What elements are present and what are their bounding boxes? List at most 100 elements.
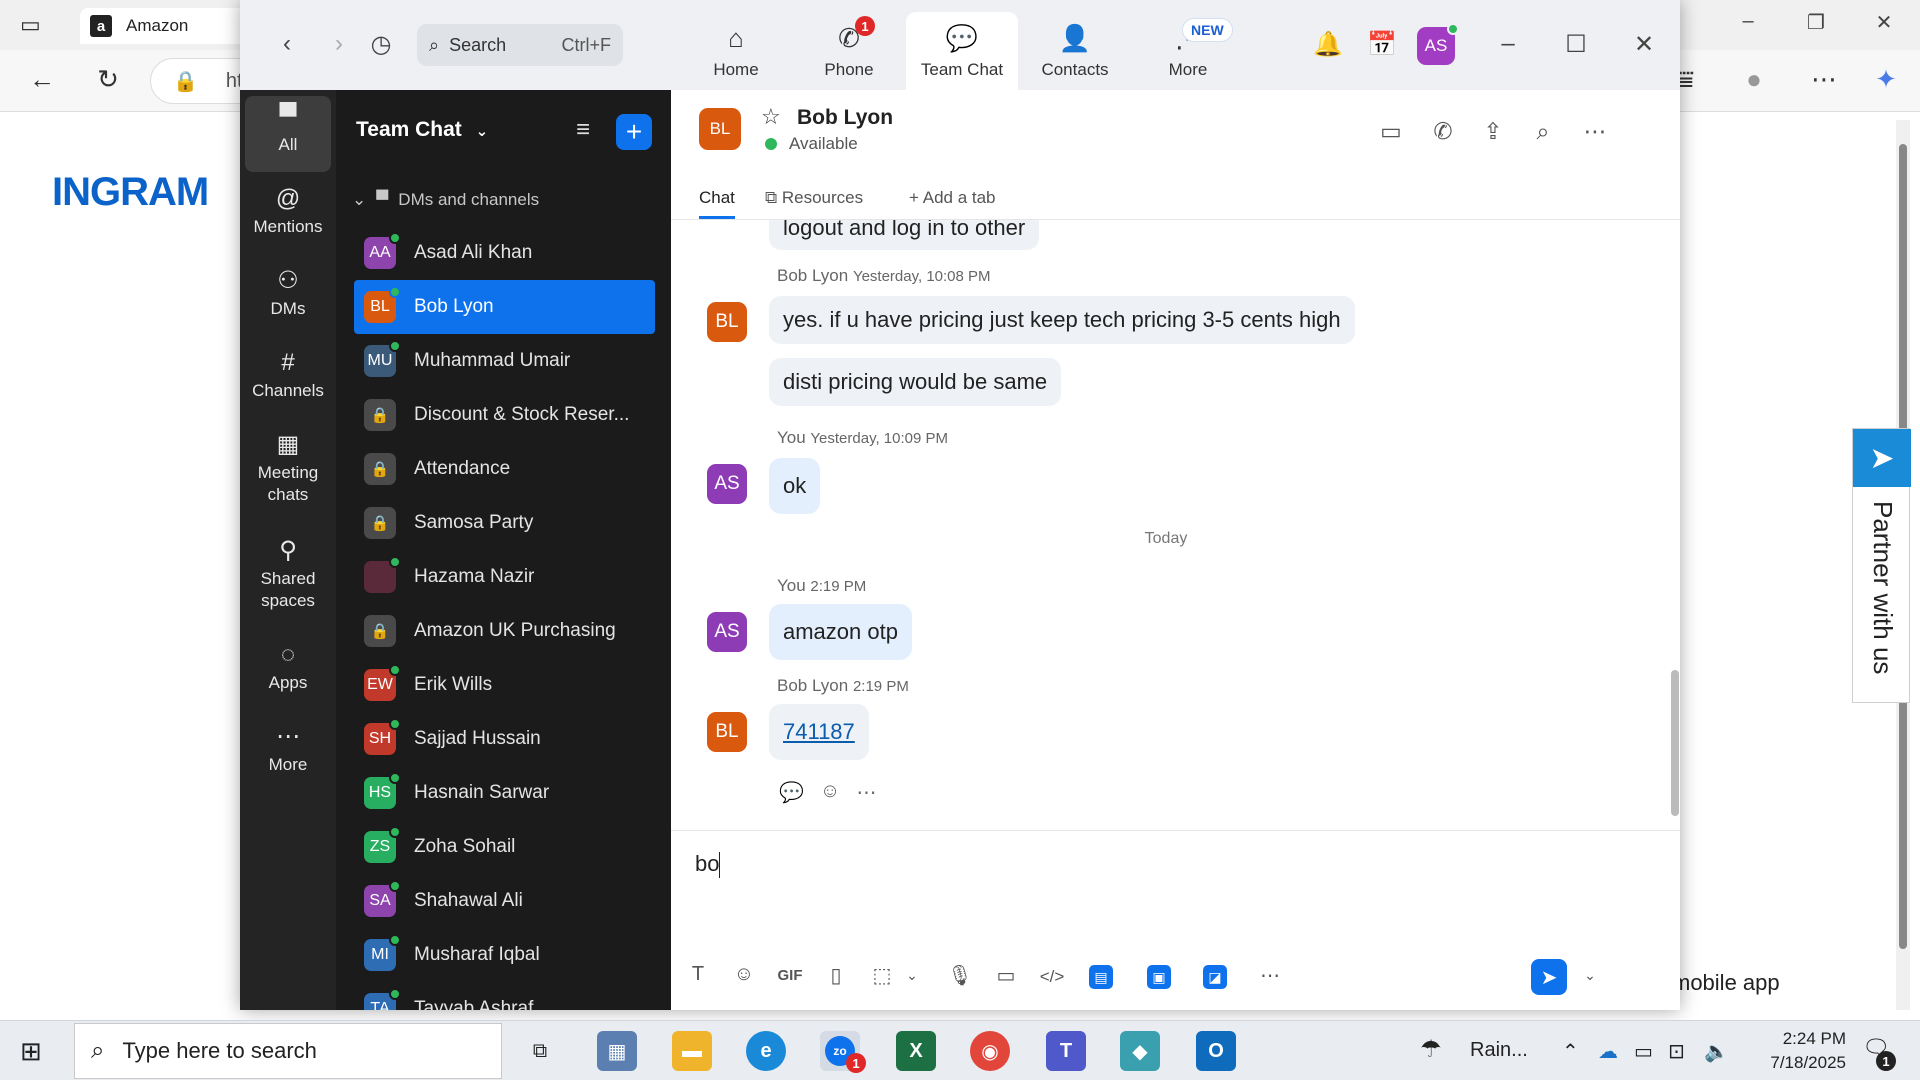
battery-icon[interactable]: ▭ [1634,1039,1653,1064]
screenshot-icon[interactable]: ⬚ [867,963,897,988]
compose-more-icon[interactable]: ⋯ [1255,963,1285,988]
star-icon[interactable]: ☆ [761,104,781,130]
maximize-icon[interactable]: ☐ [1560,30,1592,59]
weather-text[interactable]: Rain... [1470,1039,1528,1062]
calculator-icon[interactable]: ▦ [597,1031,637,1071]
message-bubble[interactable]: 741187 [769,704,869,760]
send-button[interactable]: ➤ [1531,959,1567,995]
taskbar-search[interactable]: ⌕ Type here to search [74,1023,502,1079]
zoom-app-icon[interactable]: zo 1 [820,1031,866,1073]
screenshot-dropdown-icon[interactable]: ⌄ [897,967,927,984]
close-icon[interactable]: ✕ [1628,30,1660,59]
browser-menu-icon[interactable]: ⋯ [1806,64,1842,95]
chat-list-item[interactable]: HS Hasnain Sarwar [354,766,655,820]
browser-tab-amazon[interactable]: a Amazon [80,8,250,44]
rail-meeting-chats[interactable]: ▦ Meeting chats [245,424,331,506]
contact-name[interactable]: Bob Lyon [797,106,893,130]
message-bubble[interactable]: yes. if u have pricing just keep tech pr… [769,296,1355,344]
search-chat-icon[interactable]: ⌕ [1527,118,1559,145]
app-1-icon[interactable]: ▤ [1089,965,1113,989]
video-message-icon[interactable]: ▭ [991,963,1021,988]
partner-with-us-tab[interactable]: ➤ Partner with us [1852,428,1911,703]
volume-icon[interactable]: 🔈 [1704,1039,1729,1064]
zoom-search-bar[interactable]: ⌕ Search Ctrl+F [417,24,623,66]
emoji-reaction-icon[interactable]: ☺ [820,780,840,805]
task-view-icon[interactable]: ⧉ [520,1031,560,1071]
file-icon[interactable]: ▯ [821,963,851,988]
more-options-icon[interactable]: ⋯ [1579,118,1611,145]
network-icon[interactable]: ⊡ [1668,1039,1685,1064]
back-arrow-icon[interactable]: ← [24,64,60,95]
chat-scrollbar-thumb[interactable] [1671,670,1679,816]
chrome-icon[interactable]: ◉ [970,1031,1010,1071]
chat-list-item[interactable]: Hazama Nazir [354,550,655,604]
nav-forward-icon[interactable]: › [324,30,354,58]
chat-list-item[interactable]: 🔒 Attendance [354,442,655,496]
rail-mentions[interactable]: @ Mentions [245,178,331,238]
browser-restore-button[interactable]: ❐ [1796,10,1836,35]
excel-icon[interactable]: X [896,1031,936,1071]
browser-close-button[interactable]: ✕ [1864,10,1904,35]
chat-list-item[interactable]: SA Shahawal Ali [354,874,655,928]
message-avatar[interactable]: AS [707,464,747,504]
chat-list-item[interactable]: SH Sajjad Hussain [354,712,655,766]
tray-chevron-icon[interactable]: ⌃ [1562,1039,1579,1064]
tab-phone[interactable]: ✆ 1 Phone [793,12,905,90]
chat-list-item[interactable]: AA Asad Ali Khan [354,226,655,280]
rail-dms[interactable]: ⚇ DMs [245,260,331,320]
chat-list-item[interactable]: 🔒 Discount & Stock Reser... [354,388,655,442]
message-bubble[interactable]: disti pricing would be same [769,358,1062,406]
reply-icon[interactable]: 💬 [779,780,804,805]
edge-icon[interactable]: e [746,1031,786,1071]
chat-scrollbar[interactable] [1671,210,1679,816]
message-avatar[interactable]: BL [707,712,747,752]
tab-team-chat[interactable]: 💬 Team Chat [906,12,1018,90]
message-more-icon[interactable]: ⋯ [856,780,876,805]
filter-icon[interactable]: ≡ [576,116,590,144]
rail-all[interactable]: ▀ All [245,96,331,172]
section-dms-channels[interactable]: ⌄ ▀ DMs and channels [352,190,539,210]
code-snippet-icon[interactable]: </> [1037,967,1067,987]
chat-list-item[interactable]: EW Erik Wills [354,658,655,712]
tab-home[interactable]: ⌂ Home [680,12,792,90]
video-call-icon[interactable]: ▭ [1375,118,1407,145]
onedrive-icon[interactable]: ☁ [1598,1039,1618,1064]
format-text-icon[interactable]: T [683,963,713,986]
taskbar-clock[interactable]: 2:24 PM 7/18/2025 [1736,1027,1846,1075]
site-info-icon[interactable]: 🔒 [173,69,198,94]
rail-channels[interactable]: # Channels [245,342,331,402]
compose-box[interactable]: bo T ☺ GIF ▯ ⬚ ⌄ 🎙 ▭ </> ▤ ▣ ◪ ⋯ ➤ ⌄ [671,830,1680,1010]
minimize-icon[interactable]: – [1492,30,1524,58]
compose-input[interactable]: bo [695,851,721,879]
otp-link[interactable]: 741187 [783,719,855,745]
message-bubble[interactable]: amazon otp [769,604,912,660]
microphone-icon[interactable]: 🎙 [945,963,975,988]
share-screen-icon[interactable]: ⇪ [1477,118,1509,145]
bell-icon[interactable]: 🔔 [1312,30,1344,59]
phone-call-icon[interactable]: ✆ [1427,118,1459,145]
chat-list-item[interactable]: ZS Zoha Sohail [354,820,655,874]
copilot-icon[interactable]: ✦ [1868,64,1904,95]
gif-icon[interactable]: GIF [775,967,805,984]
windows-start-icon[interactable]: ⊞ [20,1036,42,1067]
app-2-icon[interactable]: ▣ [1147,965,1171,989]
new-chat-button[interactable]: + [616,114,652,150]
chat-list-item[interactable]: MU Muhammad Umair [354,334,655,388]
chat-list-item[interactable]: 🔒 Amazon UK Purchasing [354,604,655,658]
browser-minimize-button[interactable]: – [1728,10,1768,33]
refresh-icon[interactable]: ↻ [90,64,126,95]
profile-icon[interactable]: ● [1736,64,1772,95]
app-diamond-icon[interactable]: ◆ [1120,1031,1160,1071]
chat-list-item[interactable]: TA Tayyab Ashraf [354,982,655,1010]
history-icon[interactable]: ◷ [366,30,396,59]
nav-back-icon[interactable]: ‹ [272,30,302,58]
app-3-icon[interactable]: ◪ [1203,965,1227,989]
teams-icon[interactable]: T [1046,1031,1086,1071]
weather-icon[interactable]: ☂ [1420,1035,1442,1064]
tab-contacts[interactable]: 👤 Contacts [1019,12,1131,90]
rail-shared-spaces[interactable]: ⚲ Shared spaces [245,530,331,612]
list-title[interactable]: Team Chat ⌄ [356,118,488,142]
file-explorer-icon[interactable]: ▬ [672,1031,712,1071]
chat-list-item[interactable]: 🔒 Samosa Party [354,496,655,550]
chat-tab-add[interactable]: + Add a tab [909,188,996,208]
